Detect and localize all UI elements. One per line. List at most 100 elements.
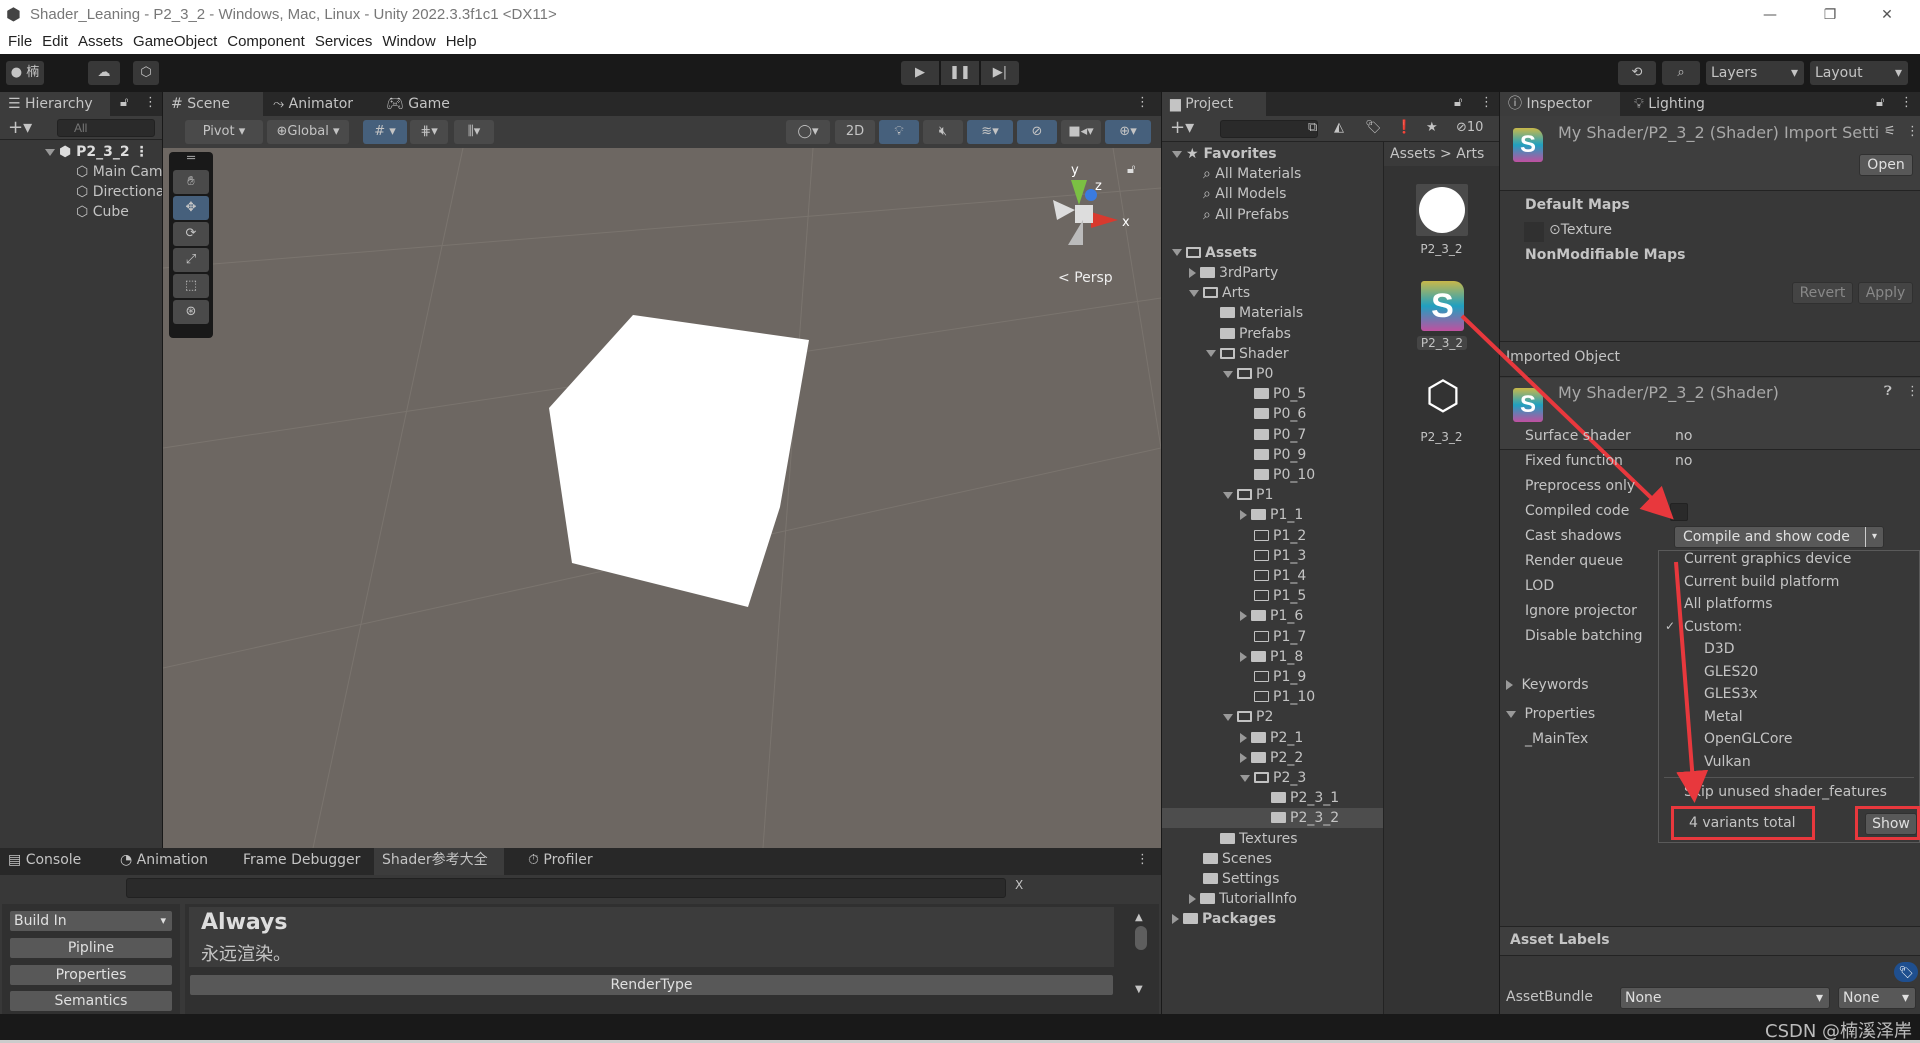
- menu-item-custom[interactable]: Custom:: [1684, 619, 1742, 635]
- tab-scene[interactable]: # Scene: [163, 92, 263, 116]
- preprocess-only-checkbox[interactable]: [1670, 503, 1688, 521]
- fold-open-icon[interactable]: [1206, 350, 1216, 358]
- search-mode-icon[interactable]: ⧉: [1308, 120, 1317, 135]
- project-tree-item[interactable]: P2_3: [1162, 768, 1383, 788]
- fold-open-icon[interactable]: [1172, 249, 1182, 257]
- fold-open-icon[interactable]: [1240, 774, 1250, 782]
- fold-closed-icon[interactable]: [1240, 611, 1247, 622]
- project-tree-item[interactable]: Materials: [1162, 303, 1383, 323]
- scene-root[interactable]: ⬢ P2_3_2 ⋮: [45, 142, 148, 162]
- project-tree-item[interactable]: ★ Favorites: [1162, 144, 1383, 164]
- close-button[interactable]: ✕: [1862, 0, 1912, 30]
- fold-open-icon[interactable]: [1189, 289, 1199, 297]
- favorite-star-icon[interactable]: ★: [1426, 120, 1438, 135]
- fold-open-icon[interactable]: [1223, 491, 1233, 499]
- more-options-icon[interactable]: ⋮: [1136, 95, 1149, 110]
- fold-open-icon[interactable]: [1223, 713, 1233, 721]
- lock-icon[interactable]: 🔓︎: [1876, 95, 1884, 110]
- grid-snap-button[interactable]: # ▾: [363, 120, 407, 144]
- project-search-input[interactable]: [1220, 120, 1318, 138]
- fold-closed-icon[interactable]: [1240, 651, 1247, 662]
- pipline-button[interactable]: Pipline: [9, 937, 173, 959]
- presets-icon[interactable]: ⚟: [1884, 124, 1896, 139]
- project-tree-item[interactable]: TutorialInfo: [1162, 889, 1383, 909]
- clear-search-button[interactable]: X: [1015, 878, 1023, 892]
- menu-window[interactable]: Window: [382, 33, 435, 50]
- lock-icon[interactable]: 🔓︎: [1127, 162, 1135, 177]
- collab-button[interactable]: ⬡: [133, 61, 159, 85]
- minimize-button[interactable]: —: [1745, 0, 1795, 30]
- semantics-button[interactable]: Semantics: [9, 990, 173, 1012]
- fold-closed-icon[interactable]: [1240, 510, 1247, 521]
- project-tree-item[interactable]: P0: [1162, 364, 1383, 384]
- snap-increment-button[interactable]: ⋕▾: [410, 120, 448, 144]
- menu-item-vulkan[interactable]: Vulkan: [1704, 754, 1751, 770]
- fold-closed-icon[interactable]: [1189, 268, 1196, 278]
- shader-reference-search[interactable]: [126, 878, 1006, 898]
- scene-viewport[interactable]: ═ ✋︎ ✥ ⟳ ⤢ ⬚ ⊛ y z x 🔓︎ < Persp: [163, 148, 1161, 848]
- more-options-icon[interactable]: ⋮: [144, 95, 157, 110]
- fold-open-icon[interactable]: [1223, 370, 1233, 378]
- asset-label[interactable]: P2_3_2: [1417, 336, 1467, 350]
- filter-type-icon[interactable]: ◭: [1334, 120, 1344, 135]
- properties-button[interactable]: Properties: [9, 964, 173, 986]
- apply-button[interactable]: Apply: [1858, 282, 1913, 304]
- breadcrumb-arts[interactable]: Arts: [1456, 146, 1484, 162]
- shader-asset-icon[interactable]: S: [1421, 281, 1464, 331]
- tab-project[interactable]: ▆ Project: [1162, 92, 1266, 116]
- project-tree-item[interactable]: P1_5: [1162, 586, 1383, 606]
- draw-mode-dropdown[interactable]: ◯▾: [786, 120, 830, 144]
- menu-gameobject[interactable]: GameObject: [133, 33, 217, 50]
- project-tree-item[interactable]: P0_6: [1162, 404, 1383, 424]
- project-tree-item[interactable]: Packages: [1162, 909, 1383, 929]
- menu-item-gles20[interactable]: GLES20: [1704, 664, 1758, 680]
- tab-profiler[interactable]: ⏱︎ Profiler: [520, 848, 601, 872]
- 2d-toggle[interactable]: 2D: [835, 120, 875, 144]
- hidden-packages-button[interactable]: ⊘10: [1456, 120, 1483, 135]
- layers-dropdown[interactable]: Layers ▾: [1706, 61, 1804, 85]
- more-options-icon[interactable]: ⋮: [1906, 384, 1919, 399]
- menu-services[interactable]: Services: [315, 33, 373, 50]
- compile-and-show-code-button[interactable]: Compile and show code ▾: [1674, 526, 1884, 548]
- tab-hierarchy[interactable]: ☰ Hierarchy: [0, 92, 110, 116]
- fold-closed-icon[interactable]: [1240, 732, 1247, 743]
- project-tree-item[interactable]: P2_2: [1162, 748, 1383, 768]
- tab-lighting[interactable]: 💡︎ Lighting: [1626, 92, 1713, 116]
- tab-inspector[interactable]: ⓘ Inspector: [1500, 92, 1620, 116]
- render-type-button[interactable]: RenderType: [189, 974, 1114, 996]
- project-tree-item[interactable]: P0_7: [1162, 425, 1383, 445]
- prefab-cube-icon[interactable]: ⬡: [1421, 372, 1465, 420]
- project-tree-item[interactable]: Shader: [1162, 344, 1383, 364]
- asset-label-tag-button[interactable]: 🏷︎: [1894, 962, 1918, 982]
- project-tree-item[interactable]: P1_4: [1162, 566, 1383, 586]
- perspective-toggle[interactable]: < Persp: [1058, 270, 1113, 286]
- fold-closed-icon[interactable]: [1240, 752, 1247, 763]
- hierarchy-search-input[interactable]: [57, 119, 155, 137]
- warning-icon[interactable]: ❗: [1396, 120, 1412, 135]
- project-tree-item[interactable]: Assets: [1162, 243, 1383, 263]
- step-button[interactable]: ▶|: [981, 61, 1019, 85]
- properties-foldout[interactable]: Properties: [1506, 706, 1595, 722]
- move-tool[interactable]: ✥: [173, 196, 209, 220]
- pause-button[interactable]: ❚❚: [941, 61, 979, 85]
- scroll-up-arrow[interactable]: ▲: [1135, 912, 1143, 923]
- more-options-icon[interactable]: ⋮: [1900, 95, 1913, 110]
- assetbundle-dropdown[interactable]: None ▾: [1620, 987, 1830, 1009]
- audio-toggle[interactable]: 🔇︎: [923, 120, 963, 144]
- account-button[interactable]: ● 楠 ▾: [6, 61, 44, 104]
- menu-item-gles3x[interactable]: GLES3x: [1704, 686, 1758, 702]
- project-tree-item[interactable]: P1_8: [1162, 647, 1383, 667]
- camera-dropdown[interactable]: ■◂▾: [1061, 120, 1101, 144]
- project-tree-item[interactable]: P1_2: [1162, 526, 1383, 546]
- menu-help[interactable]: Help: [446, 33, 477, 50]
- project-tree-item[interactable]: Textures: [1162, 829, 1383, 849]
- tab-shader-reference[interactable]: Shader参考大全: [374, 848, 504, 875]
- tab-animator[interactable]: ⤳ Animator: [265, 92, 361, 116]
- project-tree-item[interactable]: P0_10: [1162, 465, 1383, 485]
- texture-slot[interactable]: [1524, 222, 1544, 242]
- menu-item-openglcore[interactable]: OpenGLCore: [1704, 731, 1792, 747]
- fold-closed-icon[interactable]: [1172, 914, 1179, 925]
- project-tree-item[interactable]: P1_3: [1162, 546, 1383, 566]
- chevron-down-icon[interactable]: ▾: [1864, 527, 1877, 547]
- project-tree-item[interactable]: Settings: [1162, 869, 1383, 889]
